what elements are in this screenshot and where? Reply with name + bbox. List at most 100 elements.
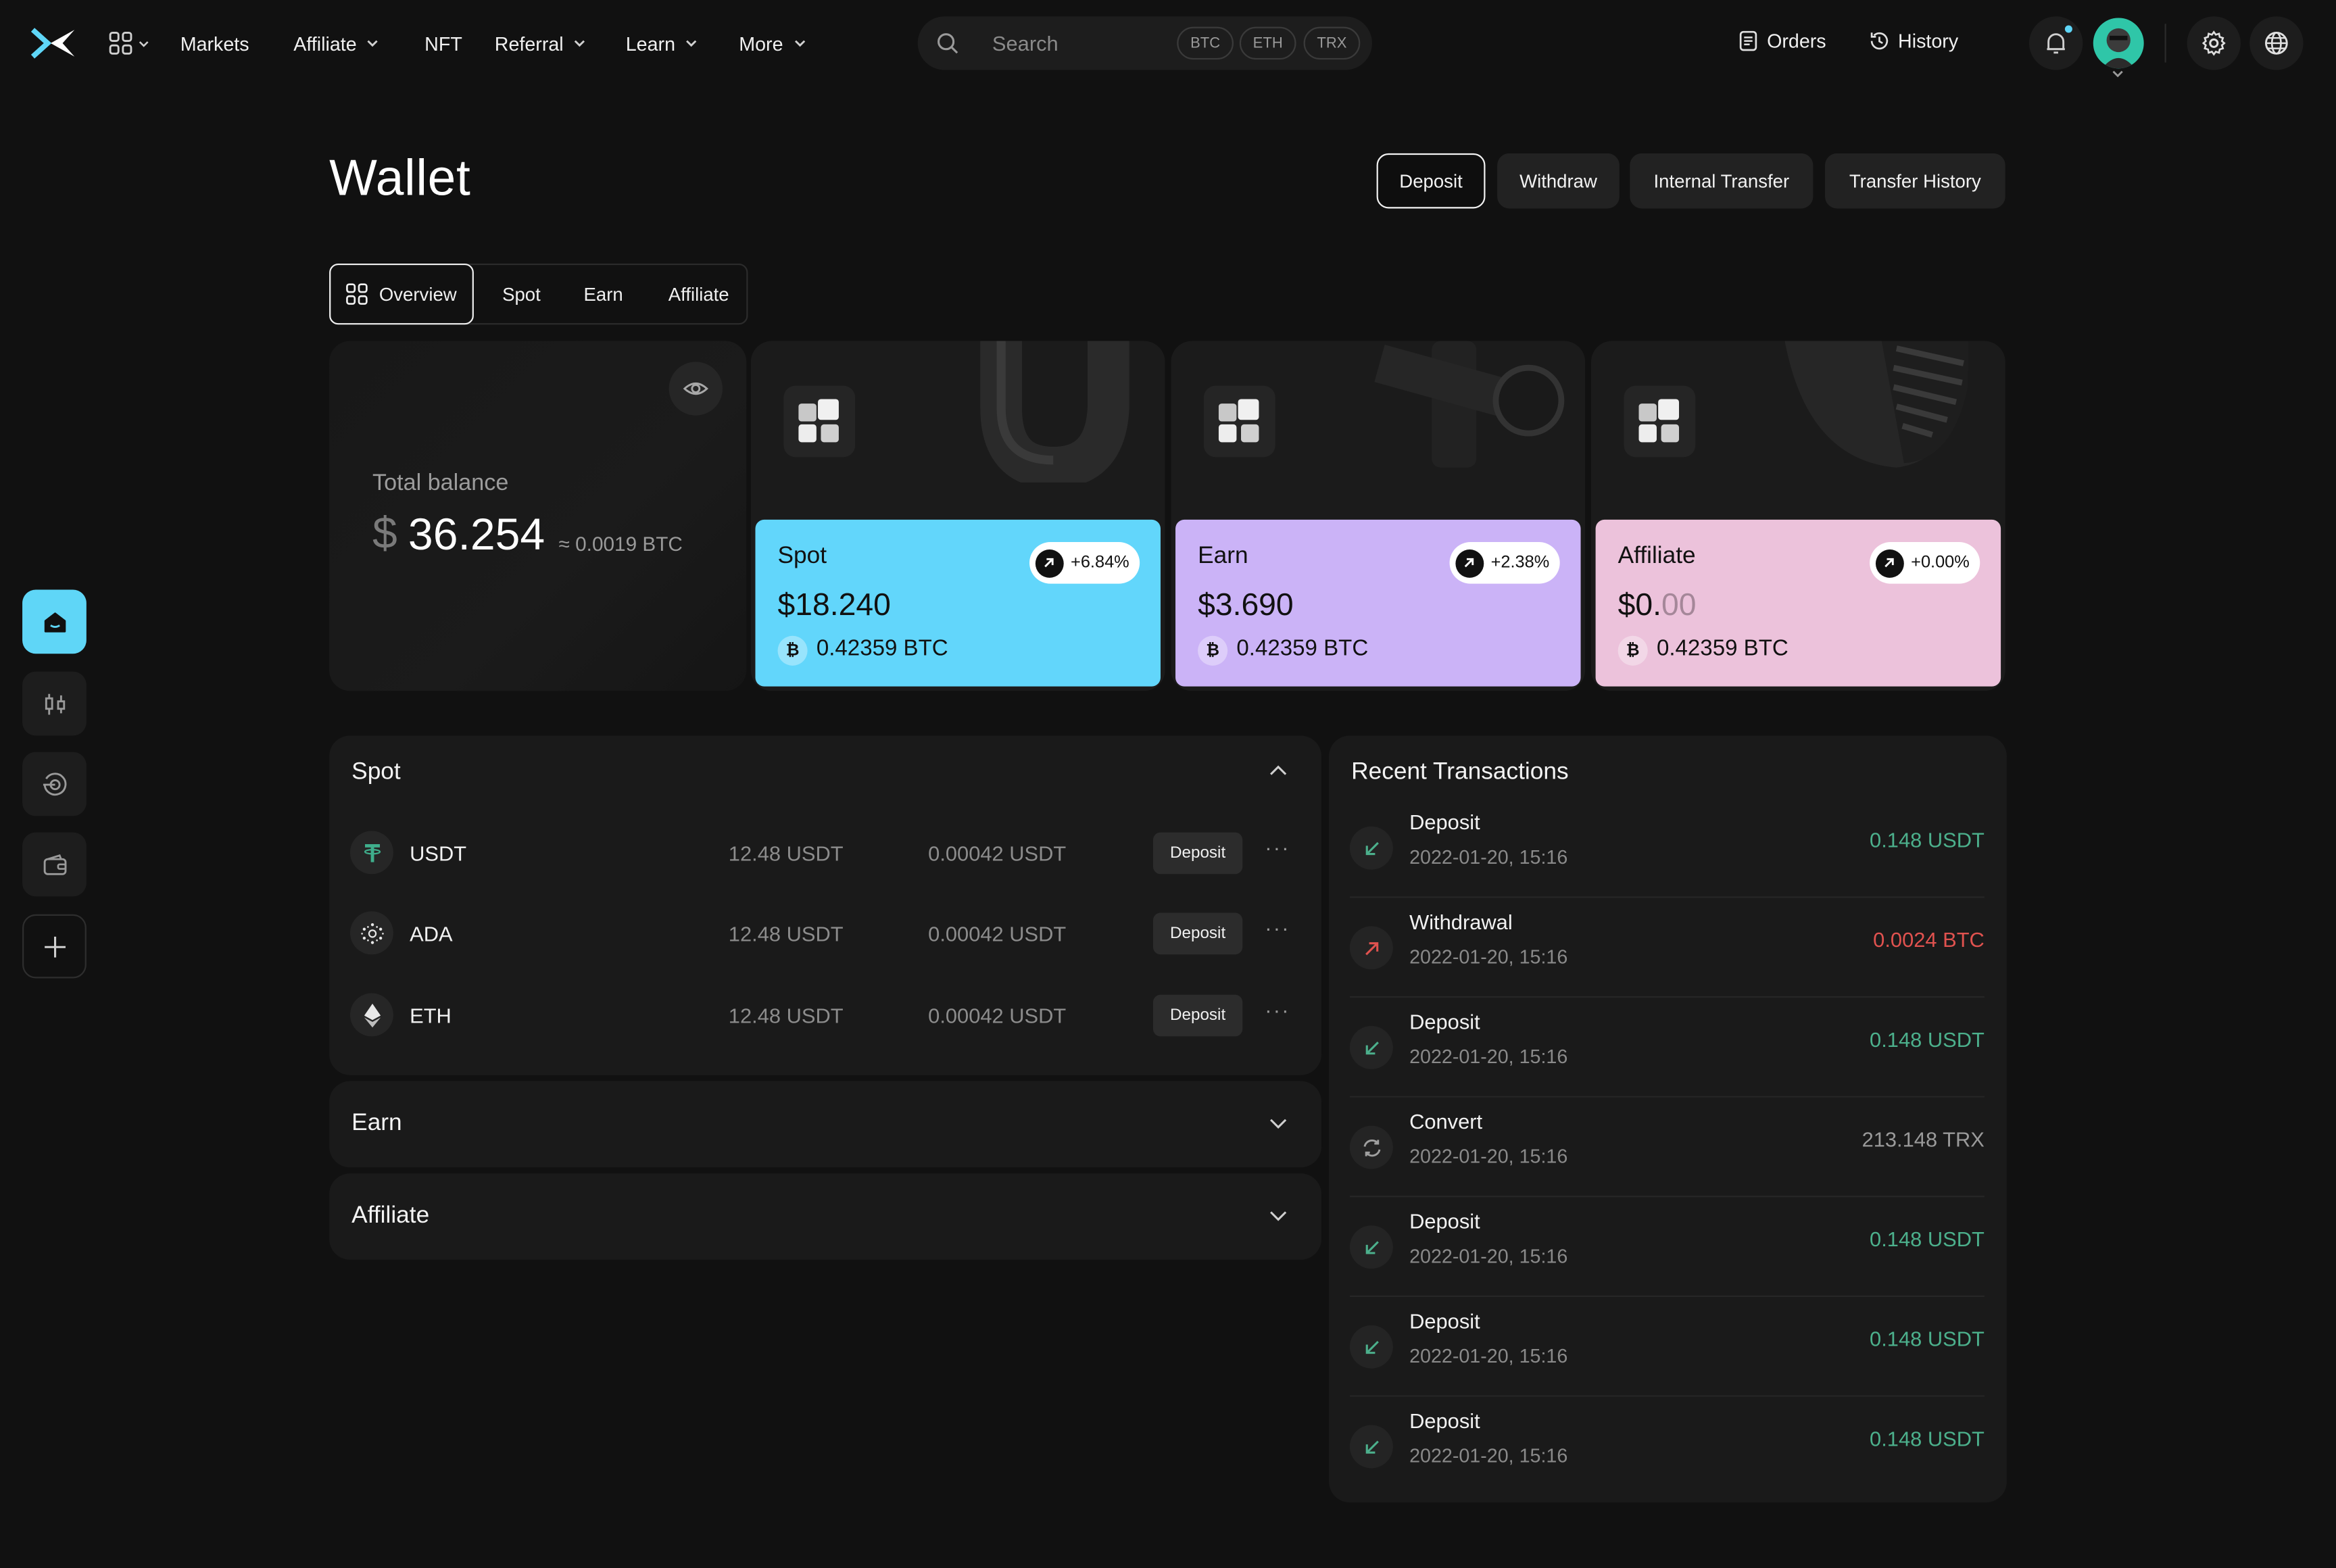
coin-deposit-button[interactable]: Deposit (1152, 994, 1243, 1037)
nav-referral[interactable]: Referral (495, 30, 587, 57)
nav-learn[interactable]: Learn (626, 30, 700, 57)
list-item: ADA 12.48 USDT 0.00042 USDT Deposit ··· (329, 904, 1321, 963)
history-clock-icon (1870, 32, 1889, 50)
arrow-up-right-icon (1455, 548, 1484, 577)
affiliate-usd-value: $0. (1617, 588, 1662, 622)
transaction-row[interactable]: Deposit 2022-01-20, 15:16 0.148 USDT (1349, 1397, 1985, 1497)
arrow-up-right-icon (1349, 926, 1393, 970)
nav-label: More (739, 32, 783, 55)
coin-balance: 12.48 USDT (728, 841, 844, 866)
transaction-amount: 0.148 USDT (1870, 1027, 1985, 1052)
toggle-visibility-button[interactable] (668, 362, 723, 416)
affiliate-btc-balance: 0.42359 BTC (1656, 635, 1788, 662)
blocks-icon (798, 399, 839, 443)
transaction-date: 2022-01-20, 15:16 (1409, 1344, 1568, 1367)
nav-markets[interactable]: Markets (180, 30, 249, 57)
chevron-down-icon (575, 40, 585, 47)
nav-label: Learn (625, 32, 676, 55)
history-label: History (1898, 30, 1959, 53)
earn-usd-value: $3.690 (1198, 588, 1294, 622)
transaction-row[interactable]: Withdrawal 2022-01-20, 15:16 0.0024 BTC (1349, 898, 1985, 998)
language-button[interactable] (2249, 16, 2304, 70)
sidebar-add[interactable] (22, 914, 87, 979)
deposit-button[interactable]: Deposit (1376, 153, 1486, 209)
internal-transfer-button[interactable]: Internal Transfer (1630, 153, 1814, 209)
transaction-row[interactable]: Deposit 2022-01-20, 15:16 0.148 USDT (1349, 798, 1985, 898)
transaction-type: Deposit (1409, 1009, 1480, 1034)
search-tag-trx[interactable]: TRX (1303, 26, 1361, 60)
total-balance-card: Total balance $ 36.254 ≈ 0.0019 BTC (329, 341, 747, 691)
total-balance-amount: 36.254 (408, 510, 545, 560)
bitcoin-icon: ₿ (1198, 635, 1228, 666)
affiliate-card-title: Affiliate (1617, 543, 1696, 569)
avatar[interactable] (2093, 18, 2144, 69)
transaction-type: Deposit (1409, 1308, 1480, 1333)
sidebar-wallet[interactable] (22, 832, 87, 897)
earn-change-value: +2.38% (1490, 554, 1550, 572)
chevron-down-icon[interactable] (1268, 1208, 1289, 1223)
spot-change-value: +6.84% (1071, 554, 1129, 572)
tab-earn[interactable]: Earn (572, 265, 635, 323)
spot-panel-title: Spot (351, 759, 401, 785)
apps-menu-button[interactable] (109, 31, 151, 55)
trading-candles-icon (44, 693, 65, 714)
arrow-down-left-icon (1349, 1325, 1393, 1369)
notifications-button[interactable] (2028, 16, 2083, 70)
more-dots-icon[interactable]: ··· (1265, 916, 1290, 939)
arrow-down-left-icon (1349, 826, 1393, 870)
chevron-down-icon[interactable] (1268, 1115, 1289, 1130)
transaction-row[interactable]: Deposit 2022-01-20, 15:16 0.148 USDT (1349, 1297, 1985, 1397)
nav-nft[interactable]: NFT (424, 30, 462, 57)
chevron-down-icon[interactable] (2110, 68, 2126, 80)
transaction-date: 2022-01-20, 15:16 (1409, 846, 1568, 868)
more-dots-icon[interactable]: ··· (1265, 998, 1290, 1021)
coin-deposit-button[interactable]: Deposit (1152, 912, 1243, 955)
chevron-up-icon[interactable] (1268, 764, 1289, 779)
transaction-row[interactable]: Deposit 2022-01-20, 15:16 0.148 USDT (1349, 1197, 1985, 1297)
transaction-amount: 0.148 USDT (1870, 1426, 1985, 1450)
search-bar[interactable]: Search BTC ETH TRX (917, 16, 1372, 70)
spot-btc-balance: 0.42359 BTC (816, 635, 948, 662)
transaction-row[interactable]: Deposit 2022-01-20, 15:16 0.148 USDT (1349, 998, 1985, 1098)
tab-affiliate[interactable]: Affiliate (656, 265, 742, 323)
spot-logo (783, 385, 856, 458)
coin-value: 0.00042 USDT (928, 1003, 1067, 1028)
tab-overview[interactable]: Overview (329, 263, 474, 325)
spot-card-title: Spot (777, 543, 827, 569)
app-logo[interactable] (30, 27, 78, 59)
usdt-icon (349, 831, 393, 875)
arrow-up-right-icon (1035, 548, 1064, 577)
coin-deposit-button[interactable]: Deposit (1152, 832, 1243, 875)
currency-symbol: $ (372, 509, 397, 559)
nav-more[interactable]: More (739, 30, 807, 57)
search-input[interactable]: Search (992, 31, 1058, 55)
affiliate-assets-panel[interactable]: Affiliate (329, 1173, 1322, 1260)
sidebar-trading[interactable] (22, 671, 87, 736)
earn-account-card[interactable]: Earn +2.38% $3.690 ₿ 0.42359 BTC (1171, 341, 1586, 691)
sidebar-wallet-home[interactable] (22, 589, 87, 654)
earn-assets-panel[interactable]: Earn (329, 1081, 1322, 1168)
spot-account-card[interactable]: Spot +6.84% $18.240 ₿ 0.42359 BTC (750, 341, 1165, 691)
divider (2164, 24, 2166, 63)
sidebar-earn[interactable] (22, 752, 87, 816)
settings-button[interactable] (2187, 16, 2241, 70)
search-tag-btc[interactable]: BTC (1177, 26, 1234, 60)
history-button[interactable]: History (1868, 30, 1958, 52)
transfer-history-button[interactable]: Transfer History (1825, 153, 2005, 209)
transaction-type: Deposit (1409, 1408, 1480, 1433)
apps-grid-icon (109, 32, 132, 55)
more-dots-icon[interactable]: ··· (1265, 835, 1290, 859)
nav-label: NFT (424, 32, 462, 55)
earn-card-body: Earn +2.38% $3.690 ₿ 0.42359 BTC (1175, 519, 1581, 687)
affiliate-account-card[interactable]: Affiliate +0.00% $0.00 ₿ 0.42359 BTC (1590, 341, 2005, 691)
search-tag-eth[interactable]: ETH (1239, 26, 1296, 60)
transaction-row[interactable]: Convert 2022-01-20, 15:16 213.148 TRX (1349, 1098, 1985, 1198)
transaction-type: Convert (1409, 1109, 1483, 1133)
coin-name: USDT (410, 841, 467, 866)
earn-card-title: Earn (1198, 543, 1248, 569)
nav-affiliate[interactable]: Affiliate (293, 30, 381, 57)
spot-usd-balance: $18.240 (778, 588, 891, 624)
tab-spot[interactable]: Spot (487, 265, 556, 323)
withdraw-button[interactable]: Withdraw (1497, 153, 1620, 209)
orders-button[interactable]: Orders (1737, 30, 1826, 52)
